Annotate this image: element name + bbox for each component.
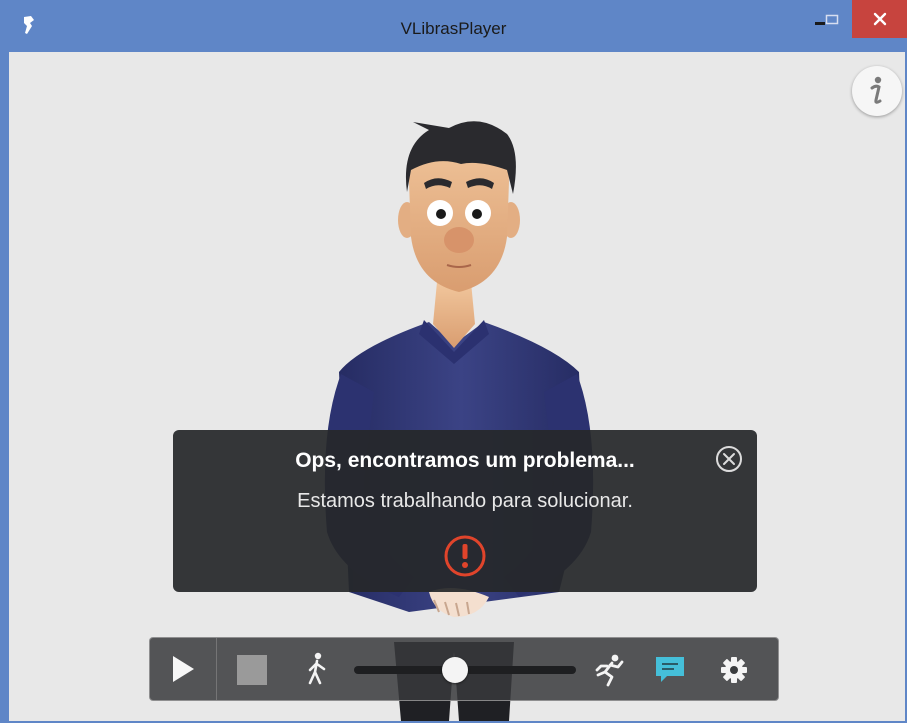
warning-icon bbox=[444, 535, 486, 577]
fast-speed-button[interactable] bbox=[590, 650, 626, 690]
sign-language-avatar bbox=[324, 121, 594, 721]
play-icon bbox=[173, 656, 194, 682]
maximize-icon bbox=[825, 14, 839, 25]
close-window-button[interactable] bbox=[852, 0, 907, 38]
player-controls bbox=[149, 637, 779, 701]
close-icon bbox=[873, 12, 886, 26]
run-icon bbox=[595, 654, 624, 687]
walk-icon bbox=[308, 652, 326, 685]
play-button[interactable] bbox=[150, 638, 217, 700]
slow-speed-button[interactable] bbox=[302, 650, 332, 688]
error-title: Ops, encontramos um problema... bbox=[295, 449, 635, 472]
title-bar[interactable]: VLibrasPlayer bbox=[0, 0, 907, 52]
error-message: Estamos trabalhando para solucionar. bbox=[297, 490, 633, 512]
error-dialog: Ops, encontramos um problema... Estamos … bbox=[173, 430, 757, 592]
speed-slider[interactable] bbox=[354, 657, 576, 683]
stop-button[interactable] bbox=[236, 654, 268, 686]
subtitle-icon bbox=[656, 657, 684, 682]
app-window: VLibrasPlayer Ops, encontramos um proble… bbox=[0, 0, 907, 723]
info-icon bbox=[870, 76, 882, 104]
stop-icon bbox=[237, 655, 267, 685]
maximize-button[interactable] bbox=[818, 0, 846, 40]
settings-button[interactable] bbox=[716, 652, 752, 688]
window-title: VLibrasPlayer bbox=[400, 19, 507, 38]
info-button[interactable] bbox=[852, 66, 902, 116]
slider-thumb[interactable] bbox=[442, 657, 468, 683]
subtitle-button[interactable] bbox=[652, 652, 688, 688]
player-area: Ops, encontramos um problema... Estamos … bbox=[9, 52, 905, 721]
close-circle-icon[interactable] bbox=[714, 444, 744, 474]
gear-icon bbox=[721, 657, 747, 683]
